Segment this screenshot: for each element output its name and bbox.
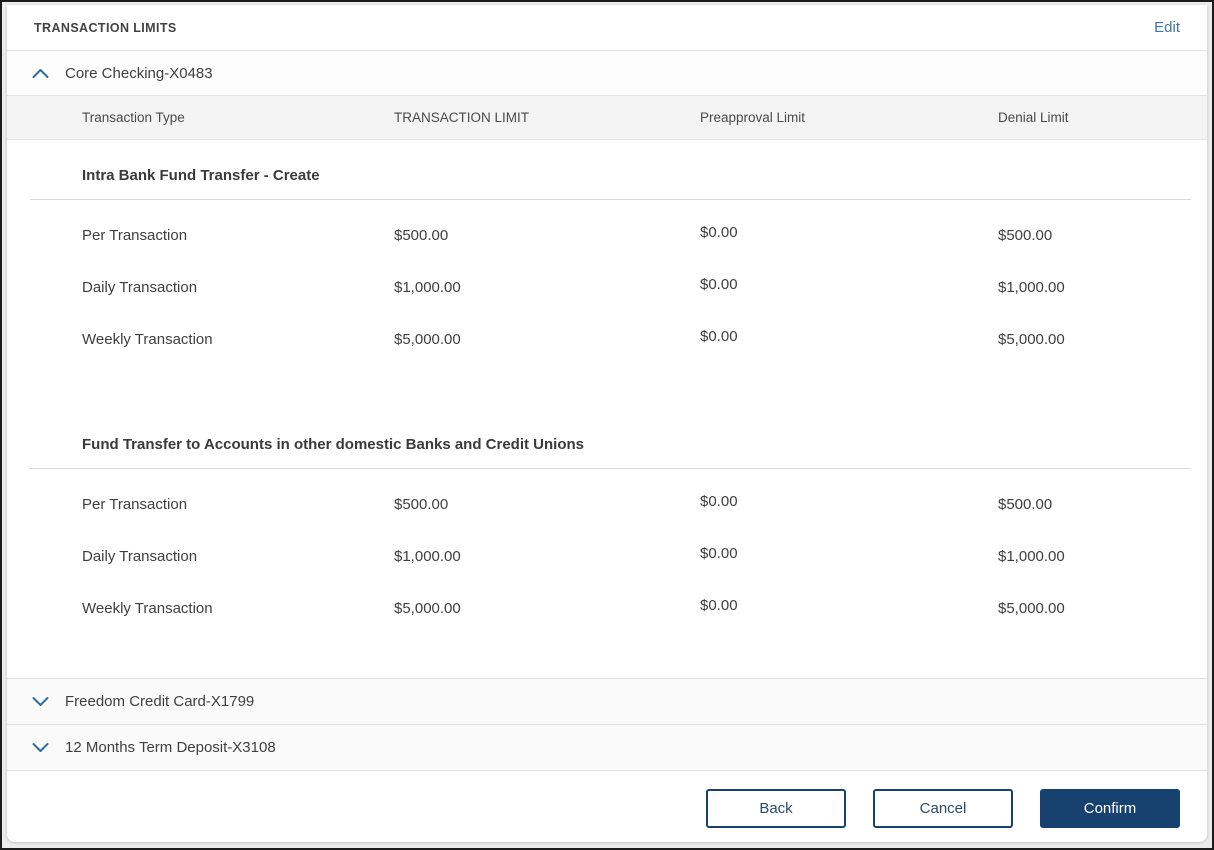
group-title: Fund Transfer to Accounts in other domes…: [7, 436, 1207, 468]
transaction-type-cell: Per Transaction: [82, 227, 394, 244]
transaction-type-cell: Daily Transaction: [82, 279, 394, 296]
limit-group-intra-bank: Intra Bank Fund Transfer - Create Per Tr…: [7, 140, 1207, 365]
edit-link[interactable]: Edit: [1154, 19, 1180, 36]
column-header-transaction-limit: TRANSACTION LIMIT: [394, 110, 700, 125]
accordion-term-deposit[interactable]: 12 Months Term Deposit-X3108: [7, 724, 1207, 770]
transaction-type-cell: Weekly Transaction: [82, 331, 394, 348]
transaction-type-cell: Per Transaction: [82, 496, 394, 513]
column-header-preapproval-limit: Preapproval Limit: [700, 110, 998, 125]
transaction-type-cell: Weekly Transaction: [82, 600, 394, 617]
column-header-denial-limit: Denial Limit: [998, 110, 1207, 125]
footer-action-bar: Back Cancel Confirm: [7, 770, 1207, 842]
cancel-button[interactable]: Cancel: [873, 789, 1013, 828]
denial-limit-cell: $500.00: [998, 496, 1207, 513]
denial-limit-cell: $500.00: [998, 227, 1207, 244]
preapproval-limit-cell: $0.00: [700, 276, 998, 293]
table-row: Per Transaction $500.00 $0.00 $500.00: [7, 209, 1207, 261]
accordion-freedom-credit-card[interactable]: Freedom Credit Card-X1799: [7, 678, 1207, 724]
limit-group-other-banks: Fund Transfer to Accounts in other domes…: [7, 409, 1207, 678]
account-name: Freedom Credit Card-X1799: [65, 693, 254, 710]
preapproval-limit-cell: $0.00: [700, 597, 998, 614]
transaction-limit-cell: $1,000.00: [394, 548, 700, 565]
denial-limit-cell: $5,000.00: [998, 600, 1207, 617]
transaction-limit-cell: $500.00: [394, 496, 700, 513]
denial-limit-cell: $1,000.00: [998, 279, 1207, 296]
table-row: Per Transaction $500.00 $0.00 $500.00: [7, 478, 1207, 530]
chevron-down-icon: [32, 742, 49, 753]
table-row: Weekly Transaction $5,000.00 $0.00 $5,00…: [7, 582, 1207, 634]
transaction-limit-cell: $5,000.00: [394, 331, 700, 348]
transaction-limit-cell: $500.00: [394, 227, 700, 244]
account-name: Core Checking-X0483: [65, 65, 213, 82]
denial-limit-cell: $5,000.00: [998, 331, 1207, 348]
denial-limit-cell: $1,000.00: [998, 548, 1207, 565]
chevron-down-icon: [32, 696, 49, 707]
transaction-limits-panel: TRANSACTION LIMITS Edit Core Checking-X0…: [7, 5, 1207, 842]
preapproval-limit-cell: $0.00: [700, 224, 998, 241]
table-header-row: Transaction Type TRANSACTION LIMIT Preap…: [7, 95, 1207, 140]
transaction-limit-cell: $1,000.00: [394, 279, 700, 296]
preapproval-limit-cell: $0.00: [700, 493, 998, 510]
expanded-account-body: Intra Bank Fund Transfer - Create Per Tr…: [7, 140, 1207, 678]
transaction-limit-cell: $5,000.00: [394, 600, 700, 617]
panel-title: TRANSACTION LIMITS: [34, 21, 177, 35]
back-button[interactable]: Back: [706, 789, 846, 828]
panel-header: TRANSACTION LIMITS Edit: [7, 5, 1207, 51]
chevron-up-icon: [32, 68, 49, 79]
table-row: Weekly Transaction $5,000.00 $0.00 $5,00…: [7, 313, 1207, 365]
group-title: Intra Bank Fund Transfer - Create: [7, 167, 1207, 199]
preapproval-limit-cell: $0.00: [700, 545, 998, 562]
confirm-button[interactable]: Confirm: [1040, 789, 1180, 828]
account-name: 12 Months Term Deposit-X3108: [65, 739, 276, 756]
preapproval-limit-cell: $0.00: [700, 328, 998, 345]
table-row: Daily Transaction $1,000.00 $0.00 $1,000…: [7, 261, 1207, 313]
transaction-type-cell: Daily Transaction: [82, 548, 394, 565]
accordion-core-checking[interactable]: Core Checking-X0483: [7, 51, 1207, 95]
column-header-transaction-type: Transaction Type: [82, 110, 394, 125]
table-row: Daily Transaction $1,000.00 $0.00 $1,000…: [7, 530, 1207, 582]
